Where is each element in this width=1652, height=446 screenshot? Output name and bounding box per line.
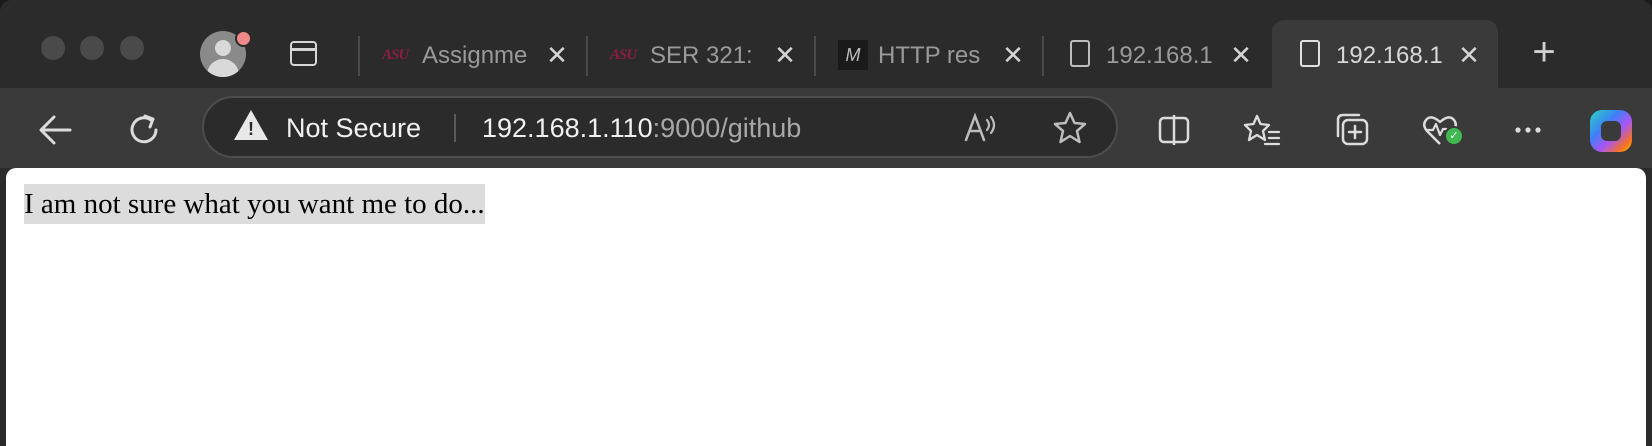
window-close-button[interactable]: [41, 36, 65, 60]
tab-http-responses[interactable]: M HTTP res ✕: [814, 20, 1042, 88]
star-icon: [1053, 111, 1087, 144]
tab-separator: [586, 36, 588, 76]
read-aloud-icon: [964, 112, 996, 142]
tab-close-icon[interactable]: ✕: [1228, 42, 1254, 68]
tab-local-server-2-active[interactable]: 192.168.1 ✕: [1272, 20, 1498, 88]
warning-exclamation: !: [248, 119, 254, 139]
collections-button[interactable]: [1332, 110, 1372, 150]
tab-separator: [358, 36, 360, 76]
window-maximize-button[interactable]: [120, 36, 144, 60]
copilot-icon[interactable]: [1590, 110, 1632, 152]
tab-separator: [814, 36, 816, 76]
favorites-button[interactable]: [1242, 110, 1282, 150]
url-text[interactable]: 192.168.1.110:9000/github: [482, 113, 801, 143]
window-minimize-button[interactable]: [80, 36, 104, 60]
tab-title: SER 321:: [650, 42, 753, 69]
tab-title: HTTP res: [878, 42, 981, 69]
document-icon: [1300, 40, 1320, 67]
tab-strip: ASU Assignme ✕ ASU SER 321: ✕ M HTTP res…: [0, 0, 1652, 88]
asu-logo-icon: ASU: [382, 47, 409, 63]
back-arrow-icon: [39, 115, 72, 145]
back-button[interactable]: [36, 110, 76, 150]
health-check-badge-icon: ✓: [1444, 126, 1464, 146]
page-content: I am not sure what you want me to do...: [6, 168, 1646, 446]
url-path: :9000/github: [652, 113, 802, 143]
avatar-head: [215, 40, 231, 56]
tab-close-icon[interactable]: ✕: [544, 42, 570, 68]
tab-close-icon[interactable]: ✕: [772, 42, 798, 68]
document-icon: [1070, 40, 1090, 67]
mdn-logo-icon: M: [838, 40, 868, 70]
tab-local-server-1[interactable]: 192.168.1 ✕: [1042, 20, 1270, 88]
address-bar[interactable]: ! Not Secure 192.168.1.110:9000/github: [202, 96, 1118, 158]
refresh-button[interactable]: [124, 110, 164, 150]
favorites-list-icon: [1243, 114, 1281, 146]
security-status-label[interactable]: Not Secure: [286, 113, 421, 143]
browser-window: ASU Assignme ✕ ASU SER 321: ✕ M HTTP res…: [0, 0, 1652, 446]
asu-logo-icon: ASU: [610, 47, 637, 63]
avatar-shoulders: [207, 59, 239, 77]
tab-separator: [1042, 36, 1044, 76]
settings-more-button[interactable]: [1508, 110, 1548, 150]
tab-close-icon[interactable]: ✕: [1000, 42, 1026, 68]
collections-icon: [1336, 113, 1369, 146]
address-divider: [454, 114, 456, 142]
url-host: 192.168.1.110: [482, 113, 653, 143]
favorite-star-button[interactable]: [1050, 108, 1090, 148]
tab-close-icon[interactable]: ✕: [1456, 42, 1482, 68]
tab-ser-321[interactable]: ASU SER 321: ✕: [586, 20, 814, 88]
read-aloud-button[interactable]: [960, 108, 1000, 148]
split-screen-icon: [1158, 115, 1190, 145]
page-body-text: I am not sure what you want me to do...: [24, 184, 485, 224]
tab-title: Assignme: [422, 42, 528, 69]
new-tab-button[interactable]: +: [1524, 26, 1564, 78]
refresh-icon: [130, 114, 158, 144]
profile-notification-dot: [235, 30, 252, 47]
tab-title: 192.168.1: [1106, 42, 1213, 69]
tab-title: 192.168.1: [1336, 42, 1443, 69]
split-screen-button[interactable]: [1154, 110, 1194, 150]
more-dots-icon: [1515, 127, 1541, 133]
tab-assignment[interactable]: ASU Assignme ✕: [358, 20, 586, 88]
navigation-toolbar: ! Not Secure 192.168.1.110:9000/github: [0, 88, 1652, 168]
tab-actions-icon[interactable]: [290, 41, 317, 66]
